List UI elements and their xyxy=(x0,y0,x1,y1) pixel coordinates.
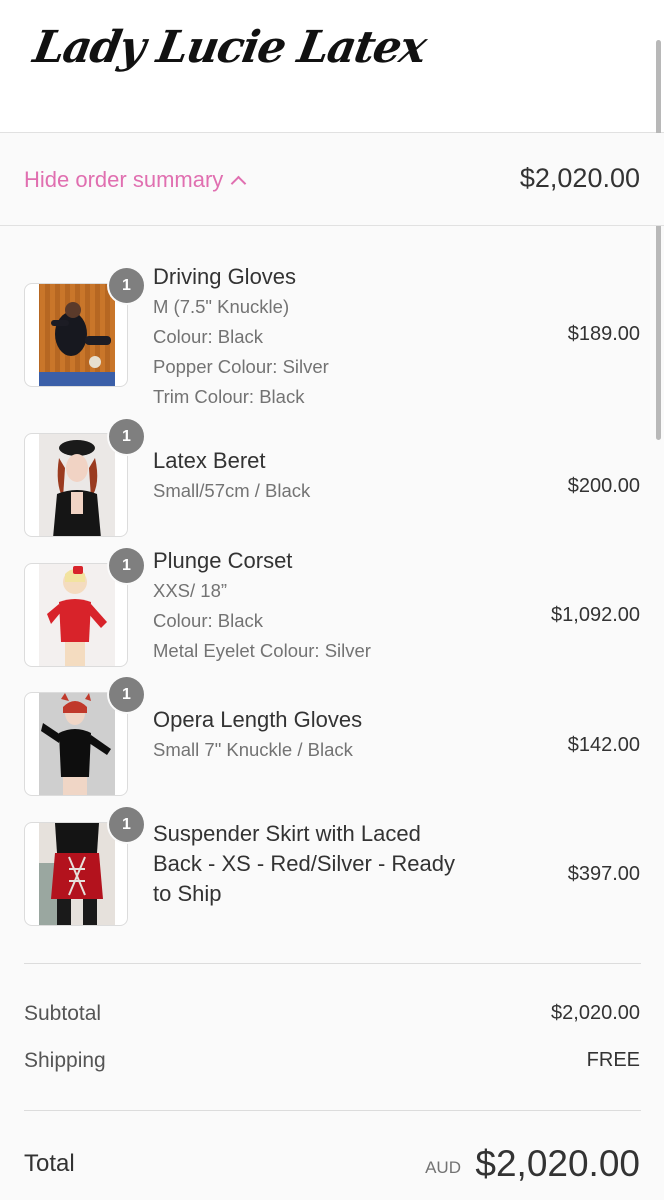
item-details: Driving Gloves M (7.5" Knuckle) Colour: … xyxy=(153,262,493,412)
quantity-badge: 1 xyxy=(109,548,144,583)
subtotal-value: $2,020.00 xyxy=(551,1002,640,1024)
total-currency: AUD xyxy=(425,1158,461,1177)
brand-logo[interactable]: Lady Lucie Latex xyxy=(30,22,430,73)
item-price: $397.00 xyxy=(567,863,640,885)
item-name: Latex Beret xyxy=(153,448,266,473)
quantity-badge: 1 xyxy=(109,419,144,454)
item-variant: Colour: Black xyxy=(153,326,264,347)
item-variant: M (7.5" Knuckle) xyxy=(153,296,290,317)
quantity-badge: 1 xyxy=(109,677,144,712)
item-name-line: to Ship xyxy=(153,881,222,906)
scrollbar[interactable] xyxy=(656,40,661,440)
item-details: Opera Length Gloves Small 7" Knuckle / B… xyxy=(153,705,493,765)
item-name: Driving Gloves xyxy=(153,264,297,289)
product-thumbnail-opera-length-gloves xyxy=(24,692,128,796)
subtotal-label: Subtotal xyxy=(24,1002,102,1025)
product-thumbnail-latex-beret xyxy=(24,433,128,537)
item-variant: Popper Colour: Silver xyxy=(153,356,329,377)
item-variant: XXS/ 18” xyxy=(153,580,228,601)
item-details: Suspender Skirt with Laced Back - XS - R… xyxy=(153,819,493,909)
item-variant: Small/57cm / Black xyxy=(153,480,311,501)
divider xyxy=(24,963,641,964)
shipping-label: Shipping xyxy=(24,1049,106,1072)
item-price: $189.00 xyxy=(567,323,640,345)
item-variant: Trim Colour: Black xyxy=(153,386,305,407)
divider xyxy=(24,1110,641,1111)
toggle-label: Hide order summary xyxy=(24,167,224,192)
quantity-badge: 1 xyxy=(109,807,144,842)
product-thumbnail-suspender-skirt xyxy=(24,822,128,926)
item-name: Opera Length Gloves xyxy=(153,707,363,732)
item-variant: Small 7" Knuckle / Black xyxy=(153,739,353,760)
product-thumbnail-plunge-corset xyxy=(24,563,128,667)
site-header: Lady Lucie Latex xyxy=(0,0,664,133)
item-name: Plunge Corset xyxy=(153,548,293,573)
quantity-badge: 1 xyxy=(109,268,144,303)
hide-order-summary-button[interactable]: Hide order summary xyxy=(24,165,247,195)
item-details: Latex Beret Small/57cm / Black xyxy=(153,446,493,506)
chevron-up-icon xyxy=(231,175,247,191)
summary-total: $2,020.00 xyxy=(519,163,640,193)
item-name-line: Back - XS - Red/Silver - Ready xyxy=(153,851,455,876)
item-variant: Metal Eyelet Colour: Silver xyxy=(153,640,371,661)
total-label: Total xyxy=(24,1150,75,1177)
item-price: $200.00 xyxy=(567,475,640,497)
item-price: $142.00 xyxy=(567,734,640,756)
item-name-line: Suspender Skirt with Laced xyxy=(153,821,421,846)
item-details: Plunge Corset XXS/ 18” Colour: Black Met… xyxy=(153,546,493,666)
item-variant: Colour: Black xyxy=(153,610,264,631)
total-amount: $2,020.00 xyxy=(475,1143,640,1184)
item-price: $1,092.00 xyxy=(551,604,640,626)
shipping-value: FREE xyxy=(586,1049,640,1071)
product-thumbnail-driving-gloves xyxy=(24,283,128,387)
